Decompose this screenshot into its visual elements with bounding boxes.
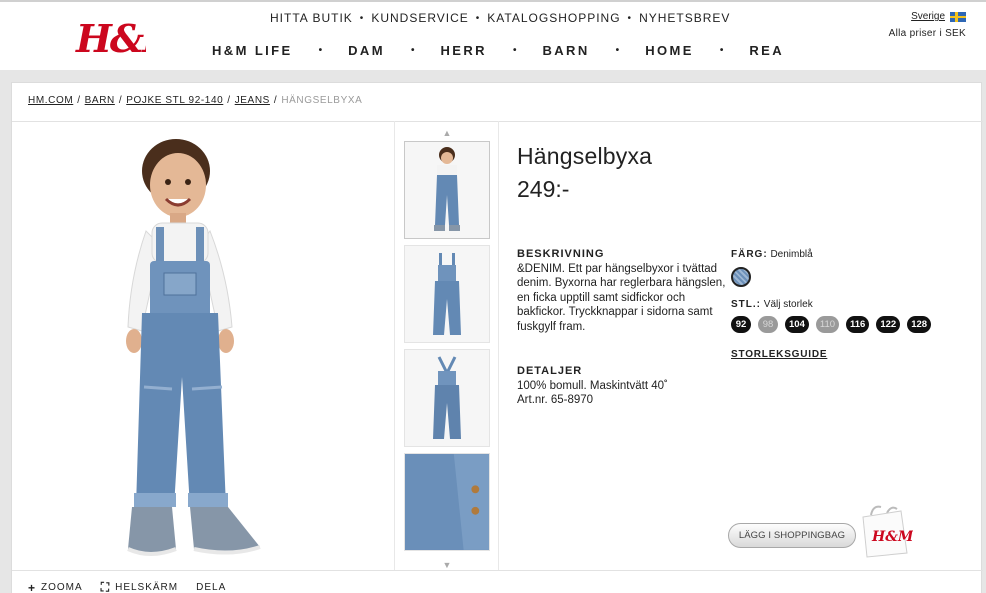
nav-barn[interactable]: BARN <box>542 43 589 58</box>
description-text: &DENIM. Ett par hängselbyxor i tvättad d… <box>517 262 726 333</box>
utility-link-kundservice[interactable]: KUNDSERVICE <box>371 11 468 25</box>
breadcrumb: HM.COM / BARN / POJKE STL 92-140/ JEANS / H… <box>28 95 362 106</box>
size-label-row: STL.: Välj storlek <box>731 299 931 310</box>
details-line: 100% bomull. Maskintvätt 40˚ <box>517 379 668 392</box>
thumbnail-4[interactable] <box>404 453 490 551</box>
breadcrumb-separator: / <box>273 95 278 106</box>
nav-separator: • <box>615 45 620 56</box>
details-section: DETALJER 100% bomull. Maskintvätt 40˚ Ar… <box>517 364 727 408</box>
utility-link-hitta-butik[interactable]: HITTA BUTIK <box>270 11 353 25</box>
product-options: FÄRG: Denimblå STL.: Välj storlek 92 98 … <box>731 249 932 360</box>
size-prompt: Välj storlek <box>763 299 813 310</box>
main-nav: H&M LIFE • DAM • HERR • BARN • HOME • RE… <box>212 43 784 58</box>
thumbnail-1[interactable] <box>404 141 490 239</box>
thumbnail-2[interactable] <box>404 245 490 343</box>
thumbnail-model-image <box>434 147 460 231</box>
size-option-98: 98 <box>758 316 778 333</box>
site-header: H&M HITTA BUTIK • KUNDSERVICE • KATALOGS… <box>0 0 986 70</box>
add-to-bag-button[interactable]: LÄGG I SHOPPINGBAG <box>728 523 856 548</box>
size-option-122[interactable]: 122 <box>876 316 901 333</box>
description-title: BESKRIVNING <box>517 248 605 260</box>
size-option-116[interactable]: 116 <box>846 316 870 333</box>
thumbnail-strip: ▲ ▼ <box>402 125 492 573</box>
zoom-label: ZOOMA <box>41 582 83 593</box>
breadcrumb-separator: / <box>227 95 231 106</box>
product-panel: HM.COM / BARN / POJKE STL 92-140/ JEANS / H… <box>11 82 983 593</box>
color-value: Denimblå <box>770 249 813 260</box>
size-option-110: 110 <box>815 316 840 333</box>
utility-link-katalogshopping[interactable]: KATALOGSHOPPING <box>487 11 620 25</box>
fullscreen-tool[interactable]: ⛶ HELSKÄRM <box>101 580 178 593</box>
breadcrumb-jeans[interactable]: JEANS <box>235 95 270 106</box>
breadcrumb-current: HÄNGSELBYXA <box>281 95 363 106</box>
color-label-row: FÄRG: Denimblå <box>731 249 931 260</box>
color-label: FÄRG: <box>731 249 768 260</box>
svg-text:H&M: H&M <box>75 16 146 60</box>
thumbnail-back-image <box>433 356 461 439</box>
size-option-92[interactable]: 92 <box>731 316 751 333</box>
main-product-image[interactable] <box>110 127 280 567</box>
region-selector: Sverige Alla priser i SEK <box>889 11 966 39</box>
nav-home[interactable]: HOME <box>645 43 694 58</box>
country-label[interactable]: Sverige <box>911 11 945 22</box>
header-top-border <box>0 0 986 2</box>
nav-separator: • <box>719 45 724 56</box>
divider <box>394 121 395 571</box>
share-tool[interactable]: DELA <box>196 580 226 593</box>
size-selector: 92 98 104 110 116 122 128 <box>731 316 932 333</box>
divider <box>12 570 983 571</box>
thumbnail-front-image <box>433 253 461 335</box>
breadcrumb-separator: / <box>118 95 123 106</box>
fullscreen-icon: ⛶ <box>100 580 111 593</box>
size-option-128[interactable]: 128 <box>907 316 932 333</box>
currency-note: Alla priser i SEK <box>888 28 966 39</box>
nav-rea[interactable]: REA <box>749 43 784 58</box>
swedish-flag-icon <box>950 11 966 22</box>
color-swatch-denim[interactable] <box>731 267 751 287</box>
nav-separator: • <box>410 45 415 56</box>
fullscreen-label: HELSKÄRM <box>115 582 179 593</box>
product-price: 249:- <box>517 176 570 202</box>
product-title: Hängselbyxa <box>517 143 653 169</box>
zoom-tool[interactable]: + ZOOMA <box>28 580 83 593</box>
hm-logo[interactable]: H&M <box>74 12 146 60</box>
details-line: Art.nr. 65-8970 <box>517 394 594 406</box>
breadcrumb-barn[interactable]: BARN <box>85 95 115 106</box>
thumbnail-down-arrow-icon[interactable]: ▼ <box>402 557 492 573</box>
bullet-separator: • <box>475 12 481 24</box>
nav-herr[interactable]: HERR <box>441 43 487 58</box>
size-guide-link[interactable]: STORLEKSGUIDE <box>731 349 931 360</box>
shopping-bag-icon[interactable]: H&M <box>857 503 913 559</box>
thumbnail-up-arrow-icon[interactable]: ▲ <box>402 125 492 141</box>
details-title: DETALJER <box>517 365 583 377</box>
nav-dam[interactable]: DAM <box>348 43 385 58</box>
nav-hm-life[interactable]: H&M LIFE <box>212 43 293 58</box>
country-selector[interactable]: Sverige <box>889 11 966 22</box>
thumbnail-detail-image <box>405 454 489 550</box>
breadcrumb-hm-com[interactable]: HM.COM <box>28 95 73 106</box>
share-label: DELA <box>196 582 227 593</box>
bullet-separator: • <box>359 12 365 24</box>
divider <box>498 121 499 571</box>
utility-nav: HITTA BUTIK • KUNDSERVICE • KATALOGSHOPP… <box>270 10 730 26</box>
product-header: Hängselbyxa 249:- <box>517 143 652 203</box>
thumbnail-3[interactable] <box>404 349 490 447</box>
image-tools: + ZOOMA ⛶ HELSKÄRM DELA <box>28 580 226 593</box>
nav-separator: • <box>318 45 323 56</box>
breadcrumb-pojke[interactable]: POJKE STL 92-140 <box>126 95 223 106</box>
size-option-104[interactable]: 104 <box>785 316 809 333</box>
description-section: BESKRIVNING &DENIM. Ett par hängselbyxor… <box>517 247 727 334</box>
utility-link-nyhetsbrev[interactable]: NYHETSBREV <box>639 11 730 25</box>
breadcrumb-separator: / <box>77 95 81 106</box>
bullet-separator: • <box>627 12 633 24</box>
svg-text:H&M: H&M <box>871 529 913 545</box>
size-label: STL.: <box>731 299 761 310</box>
nav-separator: • <box>512 45 517 56</box>
plus-icon: + <box>28 580 37 593</box>
